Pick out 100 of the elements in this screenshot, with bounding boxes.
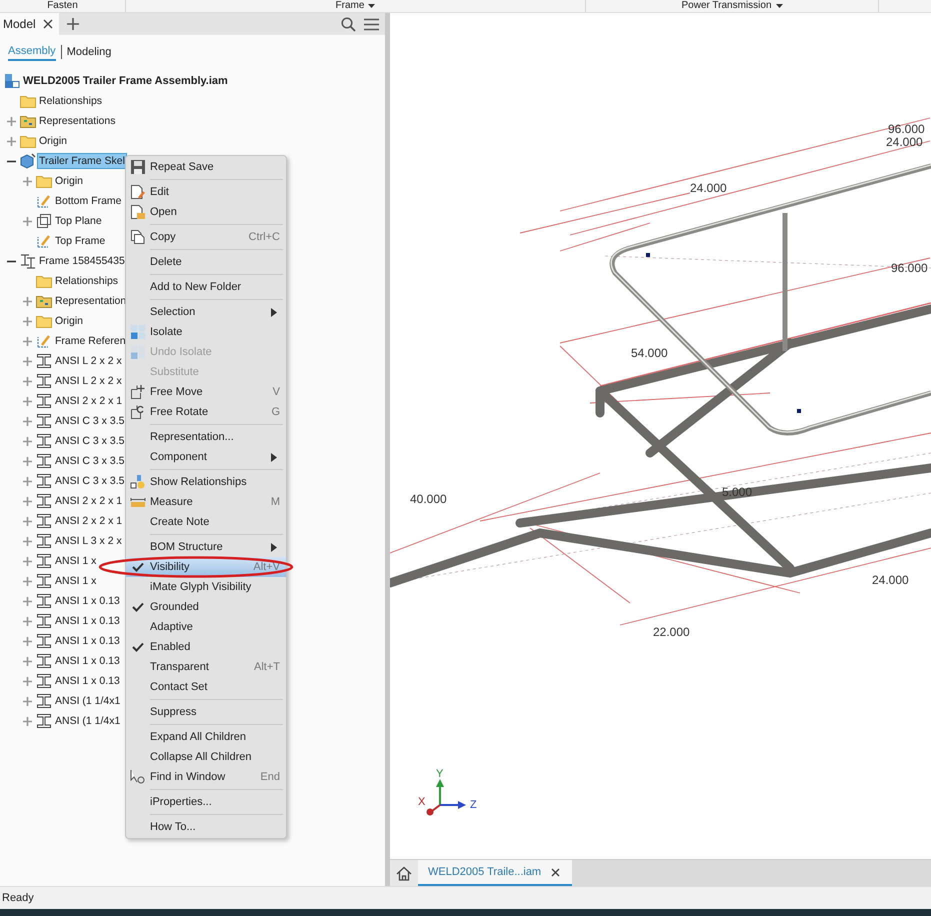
menu-item[interactable]: Collapse All Children xyxy=(126,747,286,767)
document-tab[interactable]: WELD2005 Traile...iam xyxy=(418,860,572,886)
menu-item[interactable]: Create Note xyxy=(126,512,286,532)
dimension-label[interactable]: 40.000 xyxy=(410,492,447,506)
tree-item[interactable]: ANSI C 3 x 3.5 xyxy=(54,434,126,448)
tree-item[interactable]: Origin xyxy=(38,134,68,148)
expand-icon[interactable] xyxy=(22,496,32,506)
tree-item[interactable]: Relationships xyxy=(38,94,104,108)
menu-item[interactable]: Grounded xyxy=(126,597,286,617)
menu-item[interactable]: Measure M xyxy=(126,492,286,512)
tree-item[interactable]: Frame Referen xyxy=(54,334,127,348)
tree-item[interactable]: ANSI 2 x 2 x 1 xyxy=(54,394,124,408)
expand-icon[interactable] xyxy=(22,296,32,306)
menu-item[interactable]: Open xyxy=(126,202,286,222)
tree-item[interactable]: ANSI 1 x 0.13 xyxy=(54,614,121,628)
tree-item[interactable]: ANSI L 2 x 2 x xyxy=(54,374,123,388)
tree-item[interactable]: ANSI 1 x 0.13 xyxy=(54,674,121,688)
expand-icon[interactable] xyxy=(22,356,32,366)
ribbon-panel-button[interactable]: Fasten xyxy=(45,0,80,12)
ribbon-panel-button[interactable]: Frame xyxy=(334,0,378,12)
menu-item[interactable]: Adaptive xyxy=(126,617,286,637)
menu-item[interactable]: Repeat Save xyxy=(126,157,286,177)
menu-item[interactable]: Find in Window End xyxy=(126,767,286,787)
tree-item[interactable]: Relationships xyxy=(54,274,120,288)
tree-item[interactable]: Origin xyxy=(54,314,84,328)
tree-item[interactable]: Top Plane xyxy=(54,214,103,228)
menu-icon[interactable] xyxy=(364,18,379,30)
dimension-label[interactable]: 24.000 xyxy=(886,135,923,149)
expand-icon[interactable] xyxy=(22,476,32,486)
tree-item[interactable]: ANSI C 3 x 3.5 xyxy=(54,474,126,488)
tree-item[interactable]: ANSI C 3 x 3.5 xyxy=(54,414,126,428)
tree-item[interactable]: Trailer Frame Skel xyxy=(38,154,126,168)
expand-icon[interactable] xyxy=(22,316,32,326)
tree-item[interactable]: ANSI 1 x xyxy=(54,574,98,588)
expand-icon[interactable] xyxy=(22,636,32,646)
expand-icon[interactable] xyxy=(22,396,32,406)
add-tab-icon[interactable] xyxy=(66,18,79,30)
expand-icon[interactable] xyxy=(6,136,16,146)
expand-icon[interactable] xyxy=(22,536,32,546)
menu-item[interactable]: iMate Glyph Visibility xyxy=(126,577,286,597)
menu-item[interactable]: Delete xyxy=(126,252,286,272)
expand-icon[interactable] xyxy=(22,436,32,446)
expand-icon[interactable] xyxy=(6,116,16,126)
menu-item[interactable]: iProperties... xyxy=(126,792,286,812)
tree-item[interactable]: ANSI 1 x 0.13 xyxy=(54,654,121,668)
menu-item[interactable]: BOM Structure xyxy=(126,537,286,557)
expand-icon[interactable] xyxy=(22,596,32,606)
menu-item[interactable]: Show Relationships xyxy=(126,472,286,492)
expand-icon[interactable] xyxy=(22,376,32,386)
ribbon-panel-button[interactable]: Power Transmission xyxy=(679,0,785,12)
tree-item[interactable]: Representation xyxy=(54,294,128,308)
dimension-label[interactable]: 96.000 xyxy=(888,122,925,136)
menu-item[interactable]: Representation... xyxy=(126,427,286,447)
dimension-label[interactable]: 24.000 xyxy=(690,181,727,195)
tree-item[interactable]: ANSI 2 x 2 x 1 xyxy=(54,514,124,528)
dimension-label[interactable]: 24.000 xyxy=(872,573,909,587)
menu-item[interactable]: Isolate xyxy=(126,322,286,342)
menu-item[interactable]: Selection xyxy=(126,302,286,322)
tree-item[interactable]: ANSI (1 1/4x1 xyxy=(54,694,122,708)
expand-icon[interactable] xyxy=(22,416,32,426)
dimension-label[interactable]: 22.000 xyxy=(653,625,690,639)
view-tab[interactable]: Assembly xyxy=(8,43,56,61)
tree-item[interactable]: ANSI 1 x 0.13 xyxy=(54,634,121,648)
expand-icon[interactable] xyxy=(22,576,32,586)
tree-item[interactable]: ANSI 1 x 0.13 xyxy=(54,594,121,608)
expand-icon[interactable] xyxy=(22,516,32,526)
expand-icon[interactable] xyxy=(22,676,32,686)
close-icon[interactable] xyxy=(42,19,53,29)
home-button[interactable] xyxy=(390,860,418,886)
expand-icon[interactable] xyxy=(22,216,32,226)
tree-item[interactable]: ANSI 1 x xyxy=(54,554,98,568)
tree-item[interactable]: ANSI (1 1/4x1 xyxy=(54,714,122,728)
tree-item[interactable]: Bottom Frame xyxy=(54,194,123,208)
tree-item[interactable]: Origin xyxy=(54,174,84,188)
menu-item[interactable]: Contact Set xyxy=(126,677,286,697)
expand-icon[interactable] xyxy=(22,616,32,626)
menu-item[interactable]: How To... xyxy=(126,817,286,837)
expand-icon[interactable] xyxy=(22,656,32,666)
expand-icon[interactable] xyxy=(22,696,32,706)
tree-item[interactable]: ANSI L 3 x 2 x xyxy=(54,534,123,548)
menu-item[interactable]: Add to New Folder xyxy=(126,277,286,297)
expand-icon[interactable] xyxy=(22,176,32,186)
tree-item[interactable]: ANSI 2 x 2 x 1 xyxy=(54,494,124,508)
menu-item[interactable]: Free Move V xyxy=(126,382,286,402)
view-tab[interactable]: Modeling xyxy=(66,44,112,60)
menu-item[interactable]: Expand All Children xyxy=(126,727,286,747)
menu-item[interactable]: Transparent Alt+T xyxy=(126,657,286,677)
tree-item[interactable]: Top Frame xyxy=(54,234,106,248)
tree-item[interactable]: Representations xyxy=(38,114,116,128)
menu-item[interactable]: Component xyxy=(126,447,286,467)
menu-item[interactable]: Edit xyxy=(126,182,286,202)
tree-item[interactable]: WELD2005 Trailer Frame Assembly.iam xyxy=(22,74,229,88)
menu-item[interactable]: Copy Ctrl+C xyxy=(126,227,286,247)
search-icon[interactable] xyxy=(341,16,356,32)
expand-icon[interactable] xyxy=(22,716,32,726)
close-icon[interactable] xyxy=(551,868,560,876)
expand-icon[interactable] xyxy=(22,456,32,466)
tree-item[interactable]: ANSI L 2 x 2 x xyxy=(54,354,123,368)
menu-item[interactable]: Enabled xyxy=(126,637,286,657)
tree-item[interactable]: ANSI C 3 x 3.5 xyxy=(54,454,126,468)
